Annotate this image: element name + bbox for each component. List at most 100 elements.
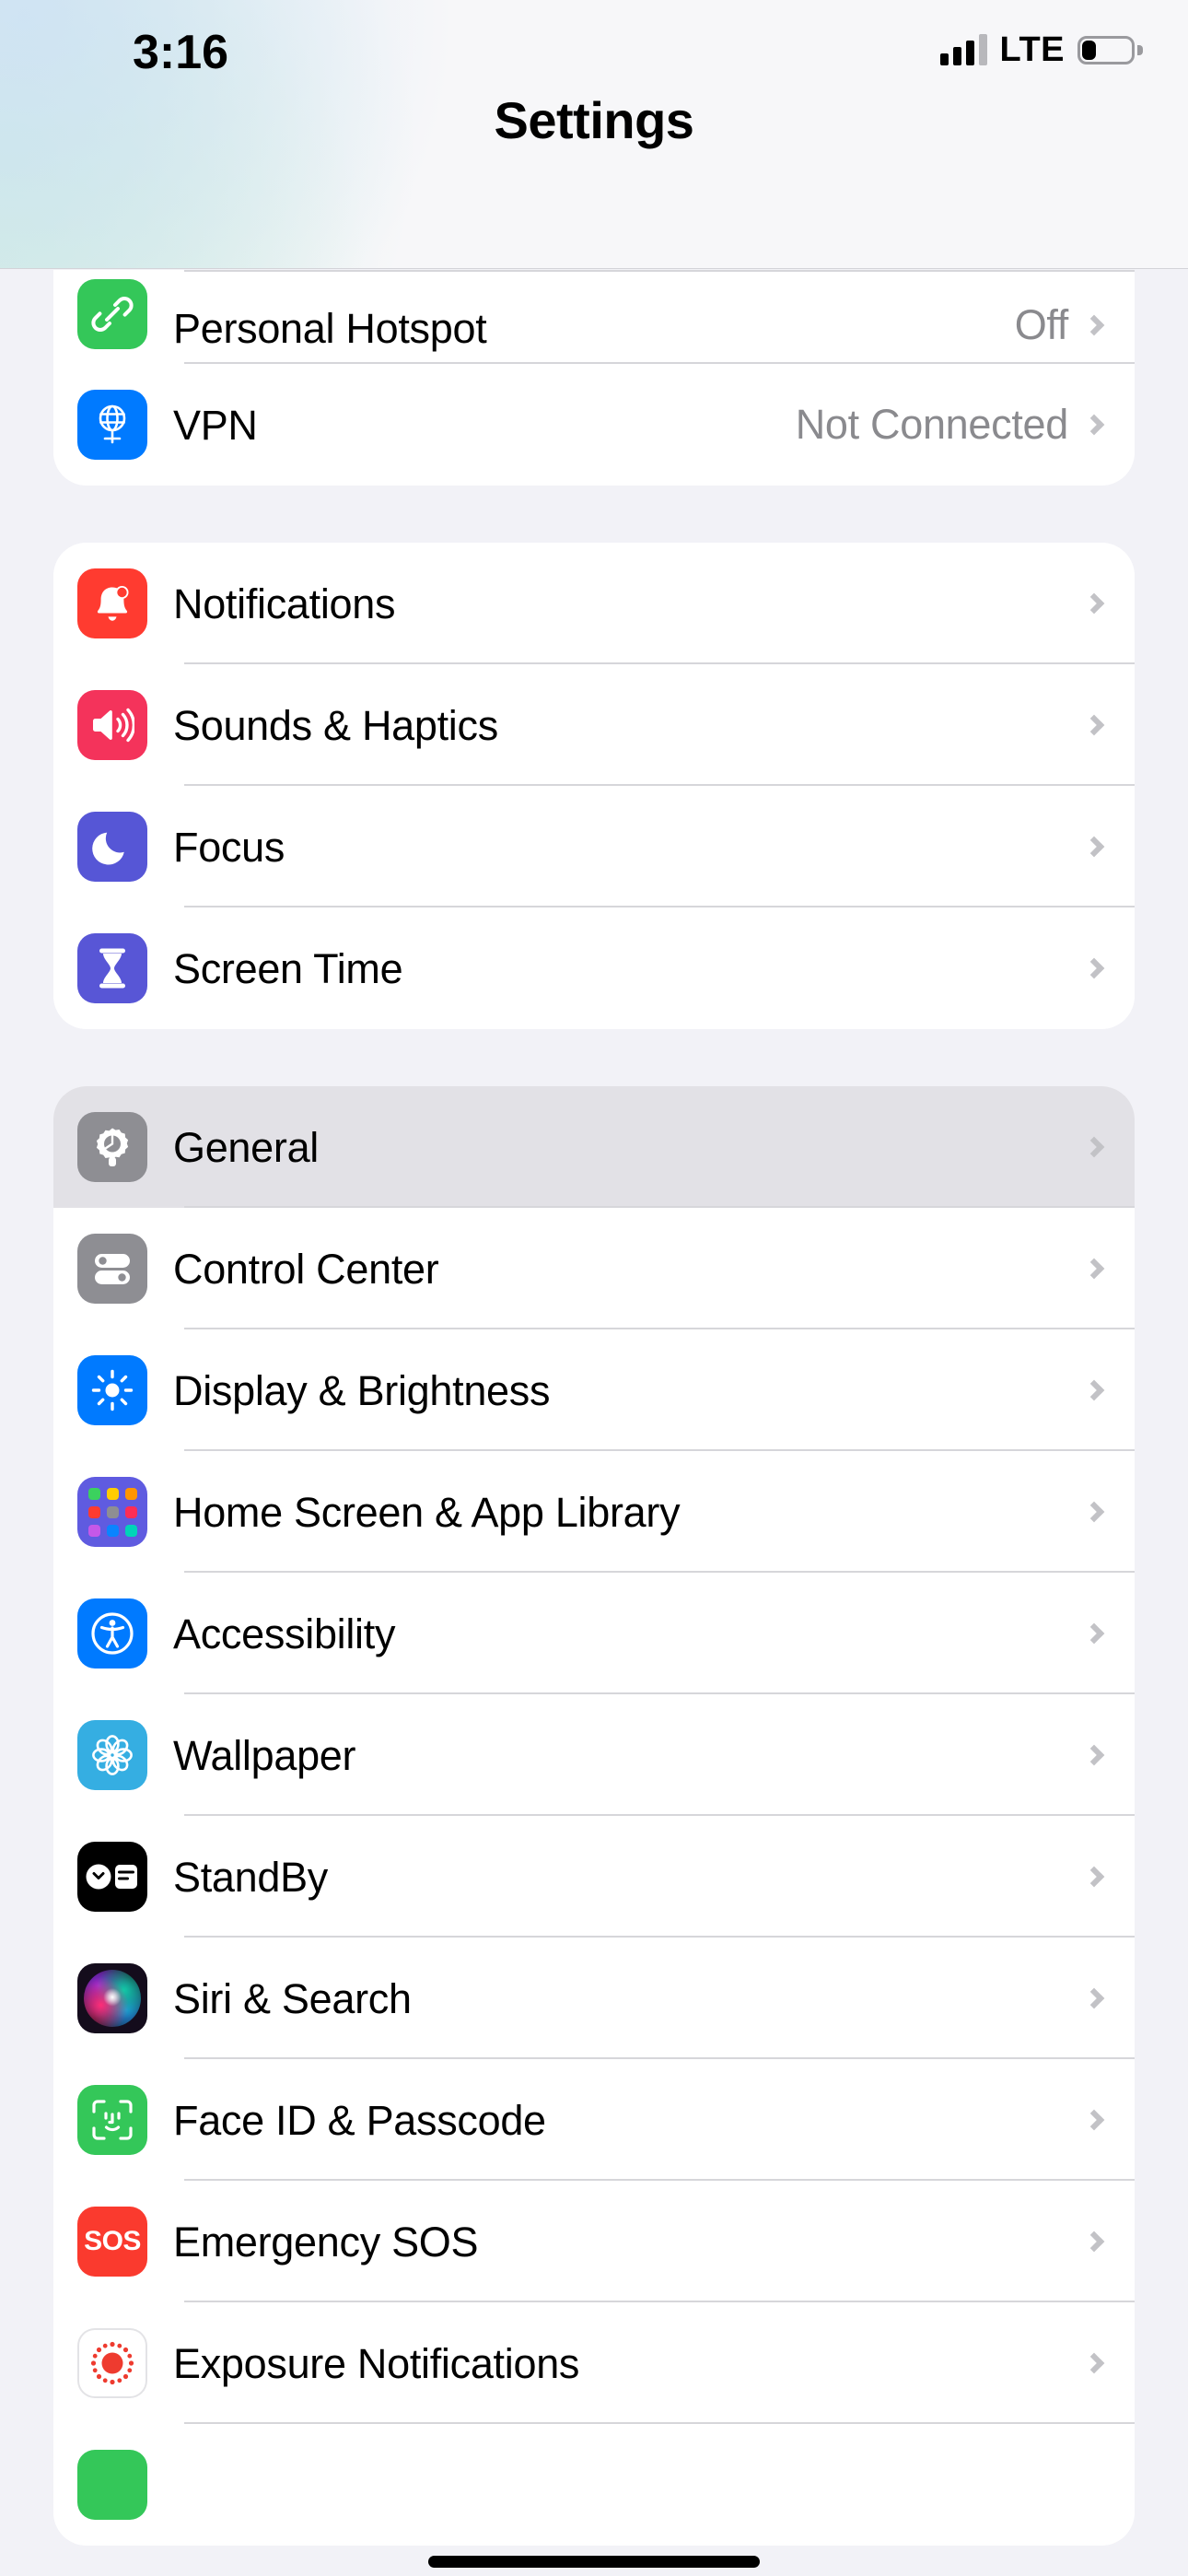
settings-row-label: Control Center [173, 1245, 439, 1293]
chevron-right-icon [1083, 414, 1105, 436]
screen-time-hourglass-icon [77, 933, 147, 1003]
settings-row-label: Notifications [173, 580, 396, 627]
row-accessory [1083, 2352, 1135, 2374]
battery-green-icon [77, 2450, 147, 2520]
settings-row-notifications[interactable]: Notifications [53, 543, 1135, 664]
row-accessory [1083, 1987, 1135, 2009]
row-accessory [1083, 1622, 1135, 1645]
row-accessory [1083, 714, 1135, 736]
settings-group-alerts: Notifications Sounds & Haptics Focus Screen… [53, 543, 1135, 1029]
siri-orb-icon [77, 1963, 147, 2033]
settings-row-label: Screen Time [173, 944, 403, 992]
chevron-right-icon [1083, 1866, 1105, 1888]
settings-row-vpn[interactable]: VPN Not Connected [53, 364, 1135, 486]
settings-row-label: Home Screen & App Library [173, 1488, 681, 1536]
settings-row-exposure-notifications[interactable]: Exposure Notifications [53, 2302, 1135, 2424]
settings-row-face-id-and-passcode[interactable]: Face ID & Passcode [53, 2059, 1135, 2181]
settings-row-label: Personal Hotspot [173, 305, 487, 352]
row-accessory [1083, 1866, 1135, 1888]
chevron-right-icon [1083, 1258, 1105, 1280]
row-accessory [1083, 836, 1135, 858]
accessibility-person-icon [77, 1598, 147, 1669]
settings-row-label: Display & Brightness [173, 1366, 551, 1414]
vpn-icon [77, 390, 147, 460]
settings-row-wallpaper[interactable]: Wallpaper [53, 1694, 1135, 1816]
settings-list[interactable]: Personal Hotspot Off VPN Not Connected Notif… [0, 270, 1188, 2576]
settings-group-system: General Control Center Display & Brightnes… [53, 1086, 1135, 2546]
settings-row-label: Emergency SOS [173, 2218, 479, 2266]
cellular-signal-icon [939, 34, 987, 65]
row-accessory [1083, 1379, 1135, 1401]
row-accessory [1083, 957, 1135, 979]
settings-row-standby[interactable]: StandBy [53, 1816, 1135, 1938]
row-accessory [1083, 1258, 1135, 1280]
chevron-right-icon [1083, 836, 1105, 858]
face-id-icon [77, 2085, 147, 2155]
personal-hotspot-icon [77, 279, 147, 349]
wallpaper-flower-icon [77, 1720, 147, 1790]
settings-row-label: General [173, 1123, 319, 1171]
row-accessory [1083, 2231, 1135, 2253]
row-accessory [1083, 2109, 1135, 2131]
settings-row-label: Exposure Notifications [173, 2339, 580, 2387]
chevron-right-icon [1083, 2231, 1105, 2253]
settings-row-control-center[interactable]: Control Center [53, 1208, 1135, 1329]
battery-low-icon [1077, 35, 1143, 64]
status-bar-clock: 3:16 [132, 26, 229, 79]
row-separator [184, 270, 1135, 272]
settings-row-siri-and-search[interactable]: Siri & Search [53, 1938, 1135, 2059]
row-accessory [1083, 592, 1135, 615]
status-bar-indicators: LTE [939, 28, 1143, 72]
row-accessory: Off [1015, 301, 1135, 349]
row-accessory: Not Connected [796, 401, 1135, 449]
settings-row-label: Sounds & Haptics [173, 701, 498, 749]
chevron-right-icon [1083, 1987, 1105, 2009]
chevron-right-icon [1083, 2352, 1105, 2374]
notifications-bell-icon [77, 568, 147, 638]
settings-row-focus[interactable]: Focus [53, 786, 1135, 907]
settings-row-display-and-brightness[interactable]: Display & Brightness [53, 1329, 1135, 1451]
settings-row-emergency-sos[interactable]: SOS Emergency SOS [53, 2181, 1135, 2302]
settings-row-sounds-and-haptics[interactable]: Sounds & Haptics [53, 664, 1135, 786]
home-indicator[interactable] [0, 2539, 1188, 2576]
settings-row-personal-hotspot[interactable]: Personal Hotspot Off [53, 270, 1135, 364]
chevron-right-icon [1083, 957, 1105, 979]
settings-row-label: Face ID & Passcode [173, 2096, 546, 2144]
settings-row-label: Siri & Search [173, 1974, 412, 2022]
chevron-right-icon [1083, 1136, 1105, 1158]
settings-row-value: Not Connected [795, 401, 1069, 448]
focus-moon-icon [77, 812, 147, 882]
settings-row-label: Wallpaper [173, 1731, 356, 1779]
settings-row-label: StandBy [173, 1853, 329, 1901]
settings-row-screen-time[interactable]: Screen Time [53, 907, 1135, 1029]
brightness-sun-icon [77, 1355, 147, 1425]
general-gear-icon [77, 1112, 147, 1182]
settings-row-accessibility[interactable]: Accessibility [53, 1573, 1135, 1694]
chevron-right-icon [1083, 592, 1105, 615]
chevron-right-icon [1083, 714, 1105, 736]
chevron-right-icon [1083, 1744, 1105, 1766]
chevron-right-icon [1083, 1622, 1105, 1645]
settings-row-label: VPN [173, 401, 258, 449]
exposure-notifications-icon [77, 2328, 147, 2398]
chevron-right-icon [1083, 2109, 1105, 2131]
iphone-settings-screen: 3:16 LTE Settings Personal Hotspot Off VPN… [0, 0, 1188, 2576]
page-title: Settings [494, 91, 694, 149]
settings-row-label: Accessibility [173, 1610, 396, 1657]
emergency-sos-icon: SOS [77, 2207, 147, 2277]
settings-row-battery[interactable] [53, 2424, 1135, 2546]
row-accessory [1083, 1744, 1135, 1766]
chevron-right-icon [1083, 1379, 1105, 1401]
settings-row-general[interactable]: General [53, 1086, 1135, 1208]
settings-row-value: Off [1014, 301, 1069, 348]
status-bar: 3:16 LTE [0, 0, 1188, 97]
settings-group-connectivity: Personal Hotspot Off VPN Not Connected [53, 270, 1135, 486]
network-type-label: LTE [999, 29, 1065, 69]
speaker-sound-icon [77, 690, 147, 760]
row-accessory [1083, 1501, 1135, 1523]
control-center-toggles-icon [77, 1234, 147, 1304]
chevron-right-icon [1083, 1501, 1105, 1523]
settings-row-home-screen-and-app-library[interactable]: Home Screen & App Library [53, 1451, 1135, 1573]
